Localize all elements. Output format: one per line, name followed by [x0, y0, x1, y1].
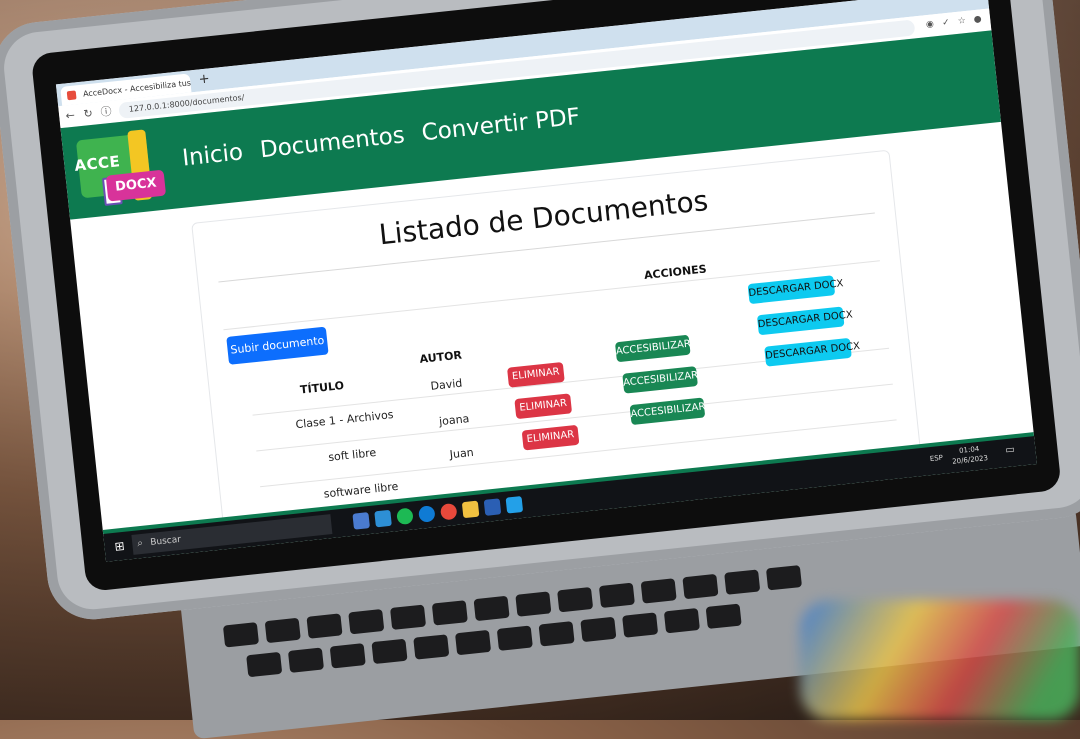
keyboard-key — [306, 613, 343, 639]
delete-button[interactable]: ELIMINAR — [521, 424, 580, 451]
reload-icon[interactable]: ↻ — [81, 107, 96, 122]
screen: AcceDocx - Accesibiliza tus docu + ← ↻ ⓘ… — [55, 0, 1037, 562]
keyboard-key — [622, 612, 659, 638]
keyboard-key — [455, 629, 492, 656]
extension-icon[interactable]: ✓ — [940, 18, 952, 30]
header-title: TÍTULO — [299, 378, 345, 397]
file-explorer-icon[interactable] — [461, 500, 480, 519]
keyboard-key — [496, 625, 533, 651]
keyboard-key — [413, 634, 450, 660]
language-indicator[interactable]: ESP — [929, 454, 943, 463]
accessibilize-button[interactable]: ACCESIBILIZAR — [622, 366, 699, 394]
keyboard-key — [222, 622, 260, 648]
keyboard-key — [663, 607, 700, 634]
favicon-icon — [66, 90, 77, 101]
nav-item-inicio[interactable]: Inicio — [181, 139, 244, 171]
accessibilize-button[interactable]: ACCESIBILIZAR — [629, 397, 706, 426]
favorites-icon[interactable]: ☆ — [956, 16, 968, 28]
edge-icon[interactable] — [418, 505, 436, 523]
keyboard-key — [705, 603, 742, 629]
clock-date[interactable]: 20/6/2023 — [952, 454, 989, 466]
taskbar-app-icon[interactable] — [374, 509, 392, 528]
search-icon: ⌕ — [136, 537, 144, 550]
keyboard-key — [515, 591, 552, 617]
chrome-icon[interactable] — [439, 502, 458, 521]
keyboard-key — [389, 604, 427, 630]
taskbar-app-icon[interactable] — [352, 512, 370, 530]
vscode-icon[interactable] — [505, 496, 524, 514]
extension-icon[interactable]: ◉ — [924, 19, 936, 31]
spotify-icon[interactable] — [396, 507, 414, 526]
keyboard-key — [246, 651, 283, 678]
download-docx-button[interactable]: DESCARGAR DOCX — [747, 275, 844, 305]
delete-button[interactable]: ELIMINAR — [507, 361, 565, 388]
screen-bezel: AcceDocx - Accesibiliza tus docu + ← ↻ ⓘ… — [30, 0, 1062, 592]
download-docx-button[interactable]: DESCARGAR DOCX — [764, 337, 861, 367]
back-icon[interactable]: ← — [63, 108, 78, 123]
notifications-icon[interactable]: ▭ — [1005, 444, 1016, 456]
word-icon[interactable] — [483, 498, 502, 516]
clock-time[interactable]: 01:04 — [959, 445, 980, 455]
keyboard-key — [329, 643, 366, 669]
keyboard-key — [598, 582, 635, 609]
nav-links: Inicio Documentos Convertir PDF — [181, 103, 591, 172]
keyboard-key — [431, 600, 468, 626]
laptop-lid: AcceDocx - Accesibiliza tus docu + ← ↻ ⓘ… — [0, 0, 1080, 624]
site-info-icon[interactable]: ⓘ — [98, 105, 113, 120]
keyboard-key — [557, 586, 594, 613]
nav-item-convertir-pdf[interactable]: Convertir PDF — [420, 104, 581, 146]
keyboard-key — [765, 565, 803, 591]
nav-item-documentos[interactable]: Documentos — [259, 122, 406, 163]
download-docx-button[interactable]: DESCARGAR DOCX — [756, 306, 853, 336]
taskbar-search-input[interactable]: ⌕ Buscar — [131, 514, 333, 555]
windows-start-icon[interactable]: ⊞ — [112, 539, 127, 554]
keyboard-key — [473, 595, 510, 622]
acce-docx-logo[interactable]: ACCE DOCX — [71, 126, 169, 213]
header-author: AUTOR — [418, 348, 463, 366]
keyboard-key — [580, 616, 617, 643]
cell-author: Juan — [449, 445, 475, 462]
logo-text-bottom: DOCX — [105, 169, 167, 202]
keyboard-key — [538, 621, 575, 647]
delete-button[interactable]: ELIMINAR — [514, 393, 573, 420]
upload-document-button[interactable]: Subir documento — [226, 326, 329, 365]
keyboard-key — [264, 617, 301, 644]
keyboard-key — [682, 573, 719, 600]
keyboard-key — [724, 569, 761, 595]
keyboard-key — [371, 638, 408, 665]
keyboard-key — [348, 608, 385, 635]
profile-icon[interactable]: ● — [972, 14, 984, 26]
accessibilize-button[interactable]: ACCESIBILIZAR — [614, 334, 691, 363]
taskbar-search-placeholder: Buscar — [149, 534, 182, 549]
new-tab-button[interactable]: + — [195, 71, 213, 89]
blurred-toy-foreground — [800, 600, 1080, 720]
keyboard-key — [640, 578, 677, 604]
keyboard-key — [287, 647, 325, 673]
